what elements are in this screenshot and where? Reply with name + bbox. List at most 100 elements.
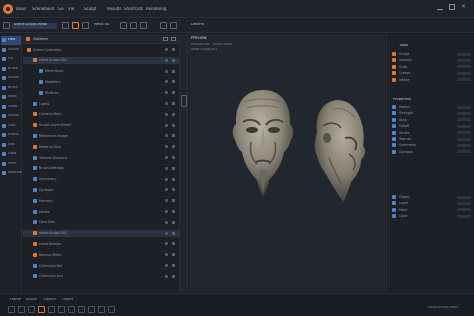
- visibility-icon[interactable]: [165, 188, 168, 192]
- render-icon[interactable]: [172, 91, 175, 95]
- render-icon[interactable]: [172, 145, 175, 149]
- render-icon[interactable]: [172, 112, 175, 116]
- property-row[interactable]: Sculpt: [387, 51, 474, 57]
- status-tab-4[interactable]: Object: [62, 298, 73, 304]
- outliner-row[interactable]: Face.Sets: [23, 219, 180, 226]
- search-input[interactable]: Scene.Sculpt.Head: [12, 23, 57, 29]
- status-tab-1[interactable]: Frame: [10, 298, 21, 304]
- property-value-field[interactable]: [457, 118, 471, 122]
- render-icon[interactable]: [172, 210, 175, 213]
- property-value-field[interactable]: [457, 201, 471, 205]
- render-icon[interactable]: [172, 102, 175, 105]
- property-row[interactable]: Dyntopo: [387, 149, 474, 155]
- render-icon[interactable]: [172, 134, 175, 138]
- status-play-icon[interactable]: [48, 306, 55, 313]
- property-row[interactable]: Symmetry: [387, 142, 474, 148]
- property-row[interactable]: Color: [387, 213, 474, 219]
- property-row[interactable]: Smooth: [387, 57, 474, 63]
- render-icon[interactable]: [172, 69, 175, 73]
- outliner-row[interactable]: Reference.Image: [23, 132, 180, 139]
- visibility-icon[interactable]: [165, 48, 168, 51]
- property-row[interactable]: Object: [387, 194, 474, 200]
- menu-item-8[interactable]: Rendering: [146, 7, 166, 11]
- head-sculpt-front[interactable]: [229, 88, 297, 198]
- menu-item-3[interactable]: Ge: [58, 7, 64, 11]
- status-home-icon[interactable]: [8, 306, 15, 313]
- property-row[interactable]: Grab: [387, 64, 474, 70]
- visibility-icon[interactable]: [165, 112, 168, 116]
- render-icon[interactable]: [172, 231, 175, 235]
- gear-icon[interactable]: [120, 22, 127, 29]
- outliner-row[interactable]: Collection.Ref: [23, 262, 180, 269]
- viewport-3d[interactable]: Preview Perspective · Sculpt Mode Head.S…: [189, 34, 385, 292]
- property-row[interactable]: Layer: [387, 200, 474, 206]
- visibility-icon[interactable]: [165, 80, 168, 84]
- property-row[interactable]: Auto: [387, 117, 474, 123]
- status-audio-icon[interactable]: [88, 306, 95, 313]
- visibility-icon[interactable]: [165, 166, 168, 170]
- property-value-field[interactable]: [457, 124, 471, 128]
- layer-icon[interactable]: [72, 22, 79, 29]
- menu-item-5[interactable]: Sculpt: [84, 7, 97, 11]
- property-value-field[interactable]: [457, 52, 471, 56]
- rail-item[interactable]: Brush: [1, 65, 21, 74]
- status-view-icon[interactable]: [98, 306, 105, 313]
- rail-item[interactable]: Pix: [1, 55, 21, 64]
- property-row[interactable]: Crease: [387, 70, 474, 76]
- status-step-icon[interactable]: [58, 306, 65, 313]
- visibility-icon[interactable]: [165, 134, 168, 138]
- outliner-row[interactable]: Backup.Mesh: [23, 251, 180, 258]
- property-row[interactable]: Mask: [387, 207, 474, 213]
- outliner-row[interactable]: Camera.Main: [23, 111, 180, 118]
- view-icon[interactable]: [160, 22, 167, 29]
- rail-item[interactable]: Brush: [1, 84, 21, 93]
- render-icon[interactable]: [172, 199, 175, 203]
- rail-item[interactable]: Sculpt: [1, 46, 21, 55]
- outliner-row[interactable]: Head.Sculpt.001: [23, 56, 180, 64]
- property-row[interactable]: Strength: [387, 110, 474, 116]
- outliner-row[interactable]: Sculpt.Layer.Detail: [23, 122, 180, 129]
- property-value-field[interactable]: [457, 214, 471, 218]
- property-value-field[interactable]: [457, 111, 471, 115]
- splitter-handle-icon[interactable]: [181, 95, 187, 107]
- render-icon[interactable]: [172, 242, 175, 246]
- minimize-icon[interactable]: [437, 4, 443, 10]
- visibility-icon[interactable]: [165, 220, 168, 224]
- outliner-row[interactable]: Head.Sculpt.002: [23, 229, 180, 237]
- status-move-icon[interactable]: [18, 306, 25, 313]
- outliner-row[interactable]: Mesh.Body: [23, 68, 180, 75]
- property-row[interactable]: Stroke: [387, 130, 474, 136]
- visibility-icon[interactable]: [165, 156, 168, 159]
- property-value-field[interactable]: [457, 131, 471, 135]
- property-value-field[interactable]: [457, 143, 471, 147]
- options-icon[interactable]: [171, 37, 176, 41]
- render-icon[interactable]: [172, 253, 175, 257]
- property-value-field[interactable]: [457, 58, 471, 62]
- render-icon[interactable]: [172, 177, 175, 181]
- status-tab-2[interactable]: Sculpt: [26, 298, 37, 304]
- visibility-icon[interactable]: [165, 242, 168, 246]
- rail-item[interactable]: Clay: [1, 122, 21, 131]
- property-row[interactable]: Radius: [387, 104, 474, 110]
- rail-item[interactable]: Fold: [1, 36, 21, 45]
- menu-icon[interactable]: [170, 22, 177, 29]
- status-record-icon[interactable]: [38, 306, 45, 313]
- outliner-row[interactable]: Texture.Displace: [23, 154, 180, 161]
- outliner-row[interactable]: Dyntopo: [23, 186, 180, 193]
- status-grid-icon[interactable]: [108, 306, 115, 313]
- visibility-icon[interactable]: [165, 274, 168, 278]
- camera-icon[interactable]: [140, 22, 147, 29]
- property-row[interactable]: Inflate: [387, 77, 474, 83]
- rail-item[interactable]: Material: [1, 169, 22, 178]
- visibility-icon[interactable]: [165, 253, 168, 257]
- property-value-field[interactable]: [457, 195, 471, 199]
- visibility-icon[interactable]: [165, 210, 168, 213]
- status-loop-icon[interactable]: [68, 306, 75, 313]
- outliner-row[interactable]: Modifiers: [23, 78, 180, 85]
- property-value-field[interactable]: [457, 150, 471, 154]
- visibility-icon[interactable]: [165, 231, 168, 235]
- outliner-row[interactable]: Scene Collection: [23, 46, 180, 53]
- menu-item-1[interactable]: Deus: [16, 7, 26, 11]
- property-value-field[interactable]: [457, 71, 471, 75]
- status-key-icon[interactable]: [78, 306, 85, 313]
